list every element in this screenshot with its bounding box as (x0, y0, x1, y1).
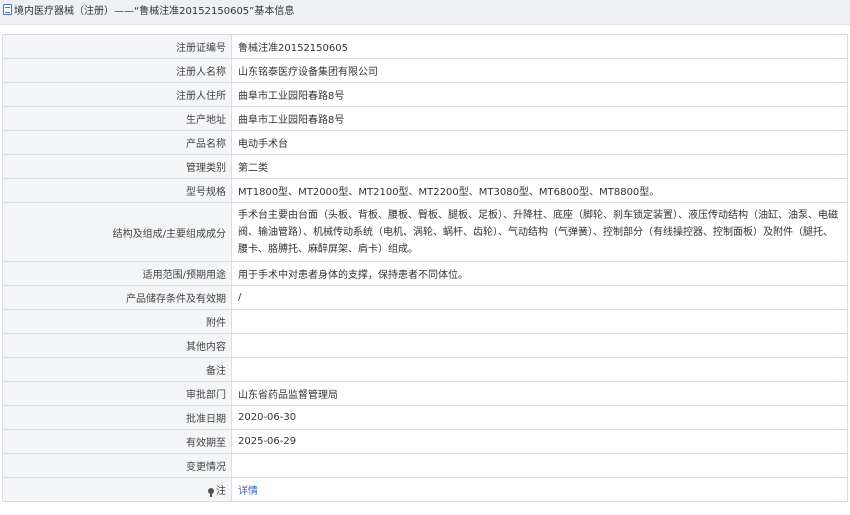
table-row: 变更情况 (2, 453, 848, 478)
table-row: 附件 (2, 309, 848, 334)
note-label: 注 (216, 486, 226, 497)
table-row: 适用范围/预期用途 用于手术中对患者身体的支撑，保持患者不同体位。 (2, 261, 848, 286)
row-value (231, 309, 848, 334)
row-label: 有效期至 (2, 429, 232, 454)
table-row: 批准日期 2020-06-30 (2, 405, 848, 430)
row-value: 第二类 (231, 154, 848, 179)
header-category: 境内医疗器械（注册） (14, 6, 114, 17)
row-label: 批准日期 (2, 405, 232, 430)
row-value: 山东省药品监督管理局 (231, 381, 848, 406)
row-label: 附件 (2, 309, 232, 334)
table-row: 其他内容 (2, 333, 848, 358)
table-row: 备注 (2, 357, 848, 382)
row-label: 注册人住所 (2, 82, 232, 107)
table-row: 注册人住所 曲阜市工业园阳春路8号 (2, 82, 848, 107)
row-label: 变更情况 (2, 453, 232, 478)
table-row: 审批部门 山东省药品监督管理局 (2, 381, 848, 406)
table-row: 注册证编号 鲁械注准20152150605 (2, 34, 848, 59)
row-value (231, 357, 848, 382)
row-value: 电动手术台 (231, 130, 848, 155)
row-label: 注册人名称 (2, 58, 232, 83)
note-label-cell: 注 (2, 477, 232, 502)
row-label: 产品名称 (2, 130, 232, 155)
row-value (231, 453, 848, 478)
row-label: 结构及组成/主要组成成分 (2, 202, 232, 262)
row-value: 手术台主要由台面（头板、背板、腰板、臀板、腿板、足板）、升降柱、底座（脚轮、刹车… (231, 202, 848, 262)
pin-icon (208, 488, 214, 497)
details-link[interactable]: 详情 (238, 486, 258, 497)
row-value: 山东铭泰医疗设备集团有限公司 (231, 58, 848, 83)
table-row: 有效期至 2025-06-29 (2, 429, 848, 454)
row-label: 注册证编号 (2, 34, 232, 59)
row-label: 适用范围/预期用途 (2, 261, 232, 286)
row-value: 曲阜市工业园阳春路8号 (231, 82, 848, 107)
row-label: 备注 (2, 357, 232, 382)
row-label: 产品储存条件及有效期 (2, 285, 232, 310)
info-table: 注册证编号 鲁械注准20152150605 注册人名称 山东铭泰医疗设备集团有限… (2, 34, 848, 502)
table-row: 管理类别 第二类 (2, 154, 848, 179)
row-value: 鲁械注准20152150605 (231, 34, 848, 59)
header-title: “鲁械注准20152150605”基本信息 (134, 6, 295, 17)
table-row: 产品名称 电动手术台 (2, 130, 848, 155)
table-row: 产品储存条件及有效期 / (2, 285, 848, 310)
table-row: 型号规格 MT1800型、MT2000型、MT2100型、MT2200型、MT3… (2, 178, 848, 203)
page-header: 境内医疗器械（注册）——“鲁械注准20152150605”基本信息 (0, 0, 850, 25)
row-value (231, 333, 848, 358)
row-label: 生产地址 (2, 106, 232, 131)
row-value: 2025-06-29 (231, 429, 848, 454)
table-row: 注册人名称 山东铭泰医疗设备集团有限公司 (2, 58, 848, 83)
table-row-note: 注 详情 (2, 477, 848, 502)
row-label: 管理类别 (2, 154, 232, 179)
row-label: 审批部门 (2, 381, 232, 406)
header-separator: —— (114, 6, 134, 17)
row-value: 用于手术中对患者身体的支撑，保持患者不同体位。 (231, 261, 848, 286)
document-icon (3, 4, 12, 15)
row-value: 2020-06-30 (231, 405, 848, 430)
row-label: 型号规格 (2, 178, 232, 203)
row-value: MT1800型、MT2000型、MT2100型、MT2200型、MT3080型、… (231, 178, 848, 203)
table-row: 生产地址 曲阜市工业园阳春路8号 (2, 106, 848, 131)
table-row: 结构及组成/主要组成成分 手术台主要由台面（头板、背板、腰板、臀板、腿板、足板）… (2, 202, 848, 262)
row-label: 其他内容 (2, 333, 232, 358)
note-value-cell: 详情 (231, 477, 848, 502)
row-value: / (231, 285, 848, 310)
row-value: 曲阜市工业园阳春路8号 (231, 106, 848, 131)
